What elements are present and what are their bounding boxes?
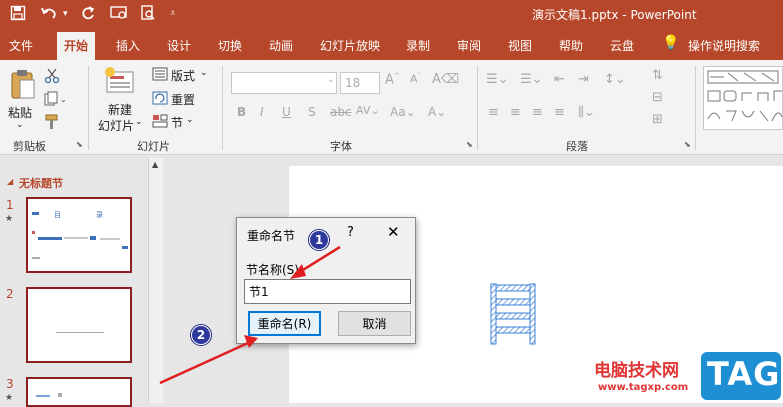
annotation-arrows: [159, 245, 341, 385]
watermark-url: www.tagxp.com: [598, 382, 689, 393]
watermark-logo: TAG: [701, 352, 781, 400]
step-badge-2: 2: [191, 325, 211, 345]
watermark-site-name: 电脑技术网: [594, 361, 679, 381]
step-badge-1: 1: [309, 230, 329, 250]
watermark-logo-text: TAG: [707, 355, 781, 393]
